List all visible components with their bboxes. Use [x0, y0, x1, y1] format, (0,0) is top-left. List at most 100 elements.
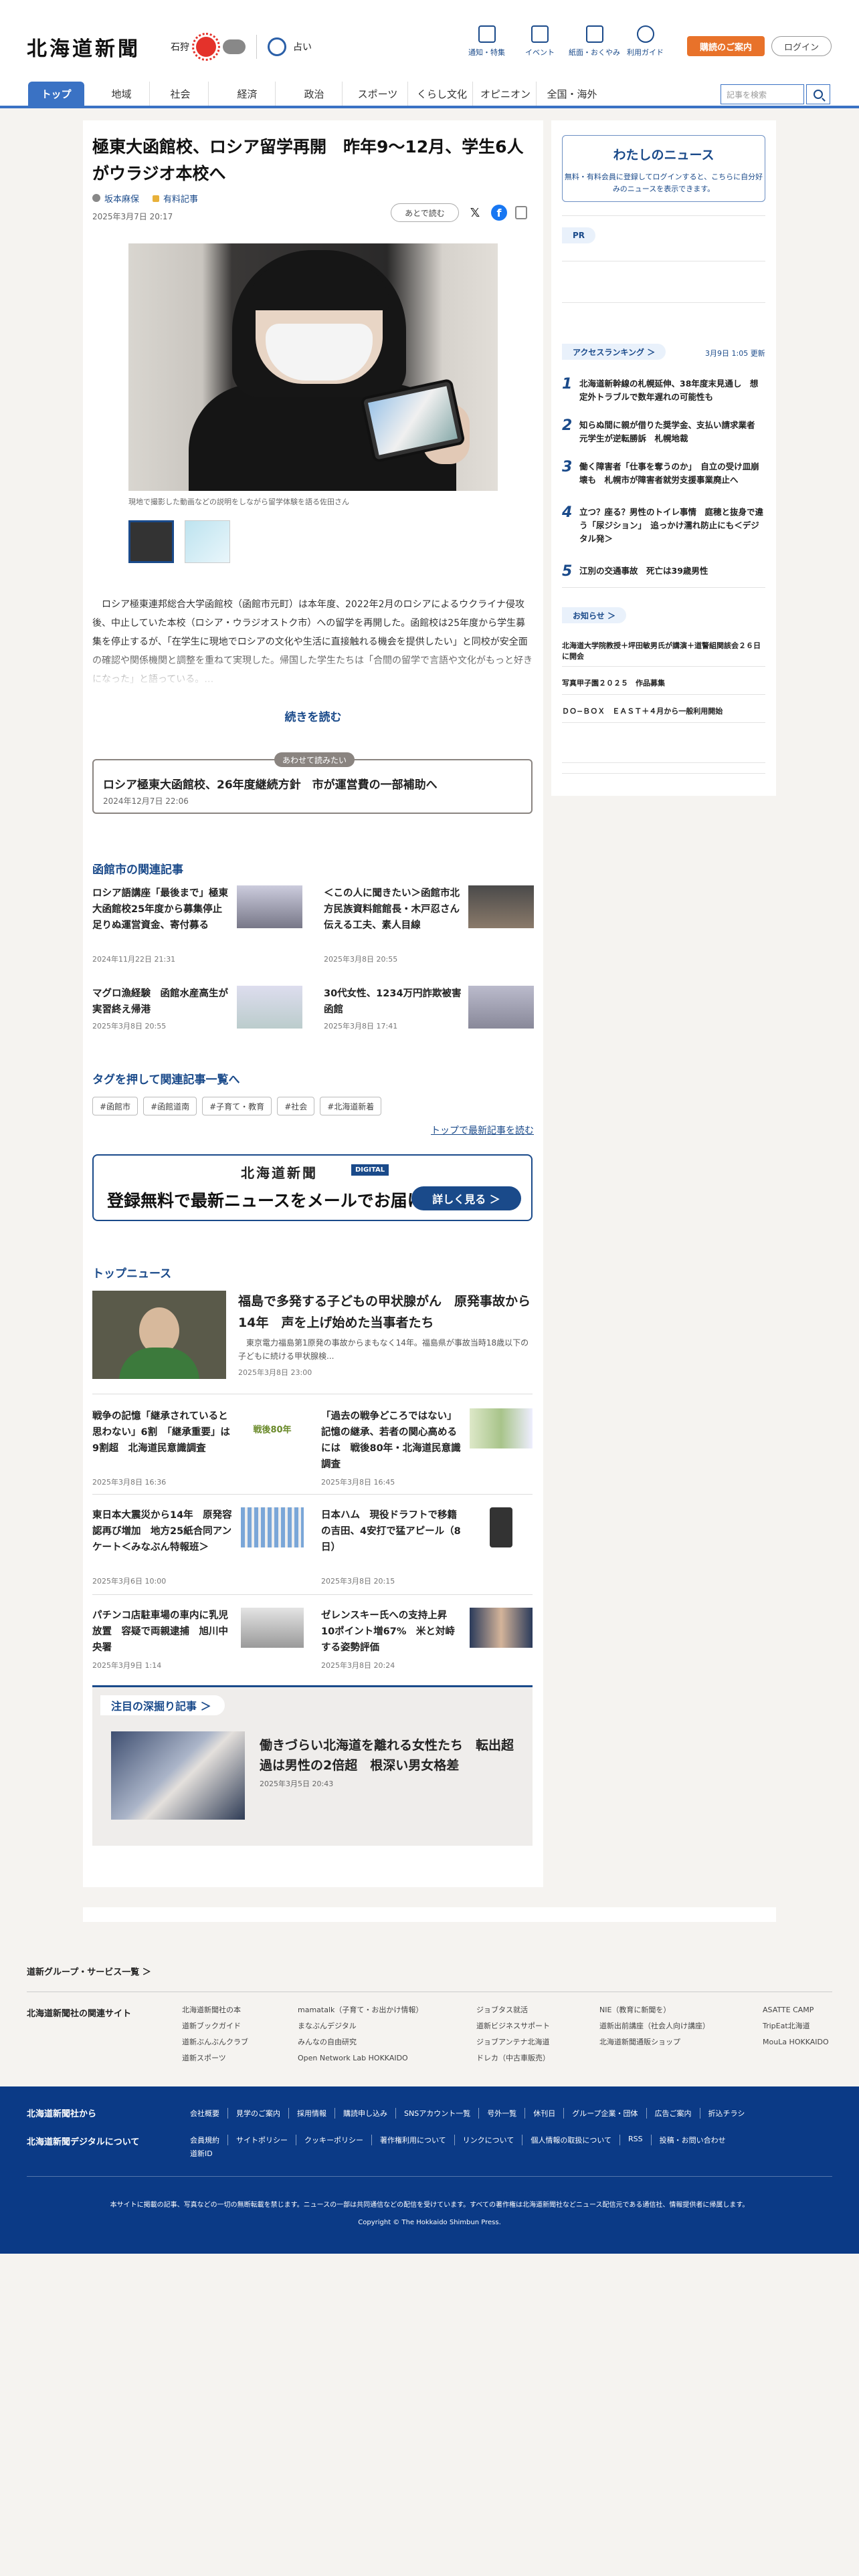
footer-link[interactable]: 号外一覧: [479, 2108, 526, 2119]
site-link[interactable]: ジョブタス就活: [476, 2002, 550, 2018]
footer-link[interactable]: 道新ID: [182, 2148, 221, 2159]
nav-paper-button[interactable]: 紙面・おくやみ: [569, 25, 620, 58]
footer-link[interactable]: サイトポリシー: [228, 2135, 296, 2145]
footer-link[interactable]: リンクについて: [455, 2135, 523, 2145]
site-link[interactable]: 道新スポーツ: [182, 2050, 248, 2066]
search-input[interactable]: 記事を検索: [721, 84, 804, 104]
top-news-title[interactable]: 戦争の記憶「継承されていると思わない」6割 「継承重要」は9割超 北海道民意識調…: [92, 1408, 234, 1457]
ranking-title[interactable]: 江別の交通事故 死亡は39歳男性: [579, 564, 765, 578]
site-link[interactable]: NIE（教育に新聞を）: [599, 2002, 710, 2018]
footer-link[interactable]: 広告ご案内: [647, 2108, 700, 2119]
footer-link[interactable]: 会員規約: [182, 2135, 228, 2145]
footer-link[interactable]: 折込チラシ: [700, 2108, 753, 2119]
site-link[interactable]: まなぶんデジタル: [298, 2018, 423, 2034]
top-news-title[interactable]: 東日本大震災から14年 原発容認再び増加 地方25紙合同アンケート＜みなぶん特報…: [92, 1507, 234, 1555]
related-thumb[interactable]: [237, 986, 302, 1029]
tab-economy[interactable]: 経済: [219, 82, 276, 106]
footer-link[interactable]: 投稿・お問い合わせ: [652, 2135, 734, 2145]
fortune-label[interactable]: 占い: [293, 40, 312, 53]
login-button[interactable]: ログイン: [771, 36, 832, 56]
site-link[interactable]: Open Network Lab HOKKAIDO: [298, 2050, 423, 2066]
site-link[interactable]: みんなの自由研究: [298, 2034, 423, 2050]
related-title[interactable]: ＜この人に聞きたい＞函館市北方民族資料館館長・木戸忍さん 伝える工夫、素人目線: [324, 885, 470, 934]
also-read-title[interactable]: ロシア極東大函館校、26年度継続方針 市が運営費の一部補助へ: [103, 775, 438, 792]
tab-opinion[interactable]: オピニオン: [475, 82, 537, 106]
top-news-title[interactable]: 日本ハム 現役ドラフトで移籍の吉田、4安打で猛アピール（8日）: [321, 1507, 463, 1555]
share-icon[interactable]: [515, 206, 527, 219]
weather-widget[interactable]: 石狩 占い: [171, 33, 312, 61]
nav-event-button[interactable]: イベント: [525, 25, 555, 58]
facebook-share-icon[interactable]: f: [491, 205, 507, 221]
related-thumb[interactable]: [468, 885, 534, 928]
digital-more-button[interactable]: 詳しく見る ＞: [411, 1186, 521, 1210]
group-services-link[interactable]: 道新グループ・サービス一覧 ＞: [27, 1965, 151, 1977]
ranking-title[interactable]: 立つ？座る？男性のトイレ事情 庭穂と抜身で違う「尿ジション」 追っかけ濡れ防止に…: [579, 506, 765, 546]
tab-top[interactable]: トップ: [28, 82, 84, 106]
tag-button[interactable]: #社会: [277, 1097, 315, 1115]
site-link[interactable]: ジョブアンテナ北海道: [476, 2034, 550, 2050]
tab-national[interactable]: 全国・海外: [539, 82, 605, 106]
search-button[interactable]: [806, 84, 830, 104]
footer-link[interactable]: クッキーポリシー: [296, 2135, 372, 2145]
site-link[interactable]: mamatalk（子育て・お出かけ情報）: [298, 2002, 423, 2018]
related-title[interactable]: マグロ漁経験 函館水産高生が実習終え帰港: [92, 986, 233, 1018]
read-more-link[interactable]: 続きを読む: [83, 708, 543, 724]
photo-thumbnail[interactable]: [128, 520, 174, 563]
top-news-thumb[interactable]: [470, 1608, 533, 1648]
read-later-button[interactable]: あとで読む: [391, 203, 459, 222]
article-photo[interactable]: [128, 243, 498, 491]
footer-link[interactable]: 著作権利用について: [372, 2135, 455, 2145]
footer-link[interactable]: 休刊日: [525, 2108, 565, 2119]
x-share-icon[interactable]: 𝕏: [467, 205, 483, 221]
deep-dive-image[interactable]: [111, 1731, 245, 1820]
deep-dive-heading[interactable]: 注目の深掘り記事 ＞: [100, 1695, 225, 1715]
related-title[interactable]: 30代女性、1234万円詐欺被害 函館: [324, 986, 471, 1018]
site-link[interactable]: ASATTE CAMP: [763, 2002, 829, 2018]
nav-guide-button[interactable]: 利用ガイド: [627, 25, 664, 58]
ranking-title[interactable]: 知らぬ間に親が借りた奨学金、支払い請求業者 元学生が逆転勝訴 札幌地裁: [579, 419, 765, 445]
to-top-link[interactable]: トップで最新記事を読む: [431, 1123, 534, 1137]
ranking-heading[interactable]: アクセスランキング ＞: [562, 344, 666, 360]
top-news-thumb[interactable]: [470, 1408, 533, 1448]
tag-button[interactable]: #北海道新着: [320, 1097, 382, 1115]
top-news-title[interactable]: パチンコ店駐車場の車内に乳児放置 容疑で両親逮捕 旭川中央署: [92, 1608, 234, 1656]
notice-item[interactable]: ＤＯ−ＢＯＸ ＥＡＳＴ＋４月から一般利用開始: [562, 706, 765, 717]
top-news-main-image[interactable]: [92, 1291, 226, 1379]
tag-button[interactable]: #函館道南: [143, 1097, 197, 1115]
footer-link[interactable]: 採用情報: [289, 2108, 335, 2119]
tab-sports[interactable]: スポーツ: [348, 82, 408, 106]
ranking-title[interactable]: 北海道新幹線の札幌延伸、38年度末見通し 想定外トラブルで数年遅れの可能性も: [579, 377, 765, 404]
top-news-thumb[interactable]: [241, 1608, 304, 1648]
site-link[interactable]: 道新ブックガイド: [182, 2018, 248, 2034]
postwar-80-logo[interactable]: 戦後80年: [241, 1408, 304, 1448]
footer-link[interactable]: 個人情報の取扱について: [522, 2135, 621, 2145]
site-logo[interactable]: 北海道新聞: [27, 32, 140, 62]
notice-heading[interactable]: お知らせ ＞: [562, 607, 626, 623]
footer-link[interactable]: 会社概要: [182, 2108, 228, 2119]
nav-notice-button[interactable]: 通知・特集: [468, 25, 505, 58]
notice-item[interactable]: 写真甲子園２０２５ 作品募集: [562, 678, 765, 689]
related-title[interactable]: ロシア語講座「最後まで」極東大函館校25年度から募集停止 足りぬ運営資金、寄付募…: [92, 885, 233, 934]
site-link[interactable]: 北海道新聞通販ショップ: [599, 2034, 710, 2050]
top-news-main-title[interactable]: 福島で多発する子どもの甲状腺がん 原発事故から14年 声を上げ始めた当事者たち: [238, 1291, 533, 1333]
site-link[interactable]: ドレカ（中古車販売）: [476, 2050, 550, 2066]
site-link[interactable]: TripEat北海道: [763, 2018, 829, 2034]
related-thumb[interactable]: [468, 986, 534, 1029]
tab-politics[interactable]: 政治: [286, 82, 343, 106]
digital-banner[interactable]: 北海道新聞 DIGITAL 登録無料で最新ニュースをメールでお届け 詳しく見る …: [92, 1154, 533, 1221]
ranking-title[interactable]: 働く障害者「仕事を奪うのか」 自立の受け皿崩壊も 札幌市が障害者就労支援事業廃止…: [579, 460, 765, 487]
top-news-thumb[interactable]: [241, 1507, 304, 1547]
top-news-title[interactable]: 「過去の戦争どころではない」 記憶の継承、若者の関心高めるには 戦後80年・北海…: [321, 1408, 463, 1473]
tab-culture[interactable]: くらし文化: [411, 82, 473, 106]
my-news-box[interactable]: わたしのニュース 無料・有料会員に登録してログインすると、こちらに自分好みのニュ…: [562, 135, 765, 202]
footer-link[interactable]: グループ企業・団体: [564, 2108, 647, 2119]
site-link[interactable]: 北海道新聞社の本: [182, 2002, 248, 2018]
footer-link[interactable]: RSS: [620, 2135, 652, 2145]
top-news-title[interactable]: ゼレンスキー氏への支持上昇 10ポイント増67% 米と対峙する姿勢評価: [321, 1608, 463, 1656]
footer-link[interactable]: 見学のご案内: [228, 2108, 289, 2119]
site-link[interactable]: 道新ビジネスサポート: [476, 2018, 550, 2034]
tag-button[interactable]: #函館市: [92, 1097, 138, 1115]
related-thumb[interactable]: [237, 885, 302, 928]
tag-button[interactable]: #子育て・教育: [202, 1097, 272, 1115]
notice-item[interactable]: 北海道大学院教授＋坪田敏男氏が講演＋道警組関該会２６日に開会: [562, 641, 765, 662]
